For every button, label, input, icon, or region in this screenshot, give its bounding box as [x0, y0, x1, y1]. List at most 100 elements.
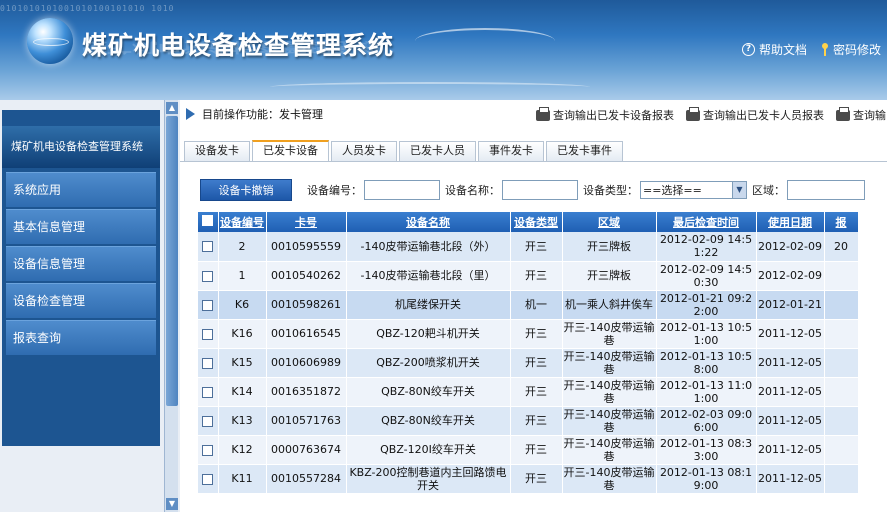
table-row[interactable]: K15 0010606989 QBZ-200喷浆机开关 开三 开三-140皮带运输巷 20… [198, 348, 859, 378]
header-swoosh-decoration [415, 28, 555, 54]
use-date-cell: 2011-12-05 [756, 435, 825, 465]
row-select-cell [198, 232, 219, 262]
row-checkbox[interactable] [202, 386, 214, 398]
device-no-cell: K6 [218, 290, 267, 320]
scroll-up-icon[interactable]: ▲ [166, 102, 178, 114]
area-cell: 开三-140皮带运输巷 [562, 319, 657, 349]
col-header-device-type[interactable]: 设备类型 [510, 212, 563, 232]
row-checkbox[interactable] [202, 357, 214, 369]
sidebar-item-device-info[interactable]: 设备信息管理 [6, 246, 156, 281]
col-header-area[interactable]: 区域 [562, 212, 657, 232]
device-no-cell: K15 [218, 348, 267, 378]
use-date-cell: 2011-12-05 [756, 406, 825, 436]
area-cell: 开三-140皮带运输巷 [562, 348, 657, 378]
col-header-last-check-time[interactable]: 最后检查时间 [656, 212, 757, 232]
device-type-cell: 开三 [510, 377, 563, 407]
tab-issued-persons[interactable]: 已发卡人员 [399, 141, 476, 161]
filter-bar: 设备卡撤销 设备编号： 设备名称： 设备类型： ==选择== ▼ 区域： [200, 179, 870, 201]
sidebar-item-system-apps[interactable]: 系统应用 [6, 172, 156, 207]
card-no-cell: 0010595559 [266, 232, 347, 262]
device-type-cell: 机一 [510, 290, 563, 320]
globe-logo-icon [27, 18, 73, 64]
row-checkbox[interactable] [202, 444, 214, 456]
row-checkbox[interactable] [202, 241, 214, 253]
table-row[interactable]: K11 0010557284 KBZ-200控制巷道内主回路馈电开关 开三 开三-140… [198, 464, 859, 494]
scroll-thumb[interactable] [166, 116, 178, 406]
tab-issued-events[interactable]: 已发卡事件 [546, 141, 623, 161]
current-operation-label: 目前操作功能：发卡管理 [202, 108, 323, 121]
device-type-cell: 开三 [510, 435, 563, 465]
report-cell: 20 [824, 232, 859, 262]
col-header-device-name[interactable]: 设备名称 [346, 212, 511, 232]
operation-bar: 目前操作功能：发卡管理 查询输出已发卡设备报表 查询输出已发卡人员报表 查询输 [180, 100, 887, 128]
help-docs-link[interactable]: ? 帮助文档 [741, 41, 807, 58]
row-checkbox[interactable] [202, 270, 214, 282]
device-name-cell: -140皮带运输巷北段（外） [346, 232, 511, 262]
tab-device-card-issue[interactable]: 设备发卡 [184, 141, 250, 161]
tab-event-card-issue[interactable]: 事件发卡 [478, 141, 544, 161]
table-row[interactable]: K6 0010598261 机尾缕保开关 机一 机一乘人斜井俟车 2012-01-21 0… [198, 290, 859, 320]
report-person-cards-link[interactable]: 查询输出已发卡人员报表 [686, 106, 824, 123]
row-checkbox[interactable] [202, 473, 214, 485]
table-body: 2 0010595559 -140皮带运输巷北段（外） 开三 开三牌板 2012-02-0… [198, 232, 859, 494]
col-header-device-no[interactable]: 设备编号 [218, 212, 267, 232]
area-cell: 开三-140皮带运输巷 [562, 377, 657, 407]
table-row[interactable]: K16 0010616545 QBZ-120耙斗机开关 开三 开三-140皮带运输巷 20… [198, 319, 859, 349]
device-no-input[interactable] [364, 180, 440, 200]
scroll-down-icon[interactable]: ▼ [166, 498, 178, 510]
select-all-checkbox[interactable] [202, 215, 214, 226]
report-cell [824, 377, 859, 407]
select-all-header[interactable] [198, 212, 219, 232]
card-no-cell: 0010598261 [266, 290, 347, 320]
tab-issued-devices[interactable]: 已发卡设备 [252, 140, 329, 161]
col-header-use-date[interactable]: 使用日期 [756, 212, 825, 232]
revoke-card-button[interactable]: 设备卡撤销 [200, 179, 292, 201]
report-person-cards-label: 查询输出已发卡人员报表 [703, 109, 824, 122]
app-title-reflection: 煤矿机电设备检查管理系统 [82, 39, 383, 56]
card-no-cell: 0010557284 [266, 464, 347, 494]
area-label: 区域： [752, 184, 785, 197]
change-password-link[interactable]: 密码修改 [821, 41, 881, 58]
tab-divider [180, 161, 887, 162]
table-row[interactable]: 1 0010540262 -140皮带运输巷北段（里） 开三 开三牌板 2012-02-0… [198, 261, 859, 291]
device-type-label: 设备类型： [583, 184, 638, 197]
area-input[interactable] [787, 180, 865, 200]
device-name-cell: QBZ-80N绞车开关 [346, 406, 511, 436]
sidebar-item-basic-info[interactable]: 基本信息管理 [6, 209, 156, 244]
device-no-cell: 1 [218, 261, 267, 291]
table-row[interactable]: K13 0010571763 QBZ-80N绞车开关 开三 开三-140皮带运输巷 201… [198, 406, 859, 436]
table-row[interactable]: K12 0000763674 QBZ-120I绞车开关 开三 开三-140皮带运输巷 20… [198, 435, 859, 465]
tab-person-card-issue[interactable]: 人员发卡 [331, 141, 397, 161]
card-no-cell: 0010540262 [266, 261, 347, 291]
device-type-select[interactable]: ==选择== ▼ [640, 181, 747, 199]
row-checkbox[interactable] [202, 328, 214, 340]
last-check-time-cell: 2012-01-13 10:58:00 [656, 348, 757, 378]
last-check-time-cell: 2012-01-21 09:22:00 [656, 290, 757, 320]
printer-icon [536, 106, 550, 121]
device-name-cell: 机尾缕保开关 [346, 290, 511, 320]
use-date-cell: 2012-02-09 [756, 232, 825, 262]
sidebar-item-report-query[interactable]: 报表查询 [6, 320, 156, 355]
device-name-cell: -140皮带运输巷北段（里） [346, 261, 511, 291]
report-cell [824, 348, 859, 378]
sidebar-scrollbar[interactable]: ▲ ▼ [164, 100, 178, 512]
row-checkbox[interactable] [202, 415, 214, 427]
row-select-cell [198, 261, 219, 291]
row-checkbox[interactable] [202, 299, 214, 311]
last-check-time-cell: 2012-01-13 11:01:00 [656, 377, 757, 407]
row-select-cell [198, 377, 219, 407]
header-swoosh-decoration-2 [270, 82, 590, 92]
sidebar-item-device-inspection[interactable]: 设备检查管理 [6, 283, 156, 318]
col-header-report[interactable]: 报 [824, 212, 859, 232]
sidebar-panel: 煤矿机电设备检查管理系统 系统应用 基本信息管理 设备信息管理 设备检查管理 报… [2, 110, 160, 446]
report-device-cards-link[interactable]: 查询输出已发卡设备报表 [536, 106, 674, 123]
table-row[interactable]: 2 0010595559 -140皮带运输巷北段（外） 开三 开三牌板 2012-02-0… [198, 232, 859, 262]
area-cell: 开三-140皮带运输巷 [562, 406, 657, 436]
report-links: 查询输出已发卡设备报表 查询输出已发卡人员报表 查询输 [536, 106, 886, 123]
col-header-card-no[interactable]: 卡号 [266, 212, 347, 232]
table-row[interactable]: K14 0016351872 QBZ-80N绞车开关 开三 开三-140皮带运输巷 201… [198, 377, 859, 407]
device-name-input[interactable] [502, 180, 578, 200]
help-icon: ? [741, 43, 755, 56]
report-more-link[interactable]: 查询输 [836, 106, 886, 123]
use-date-cell: 2011-12-05 [756, 319, 825, 349]
